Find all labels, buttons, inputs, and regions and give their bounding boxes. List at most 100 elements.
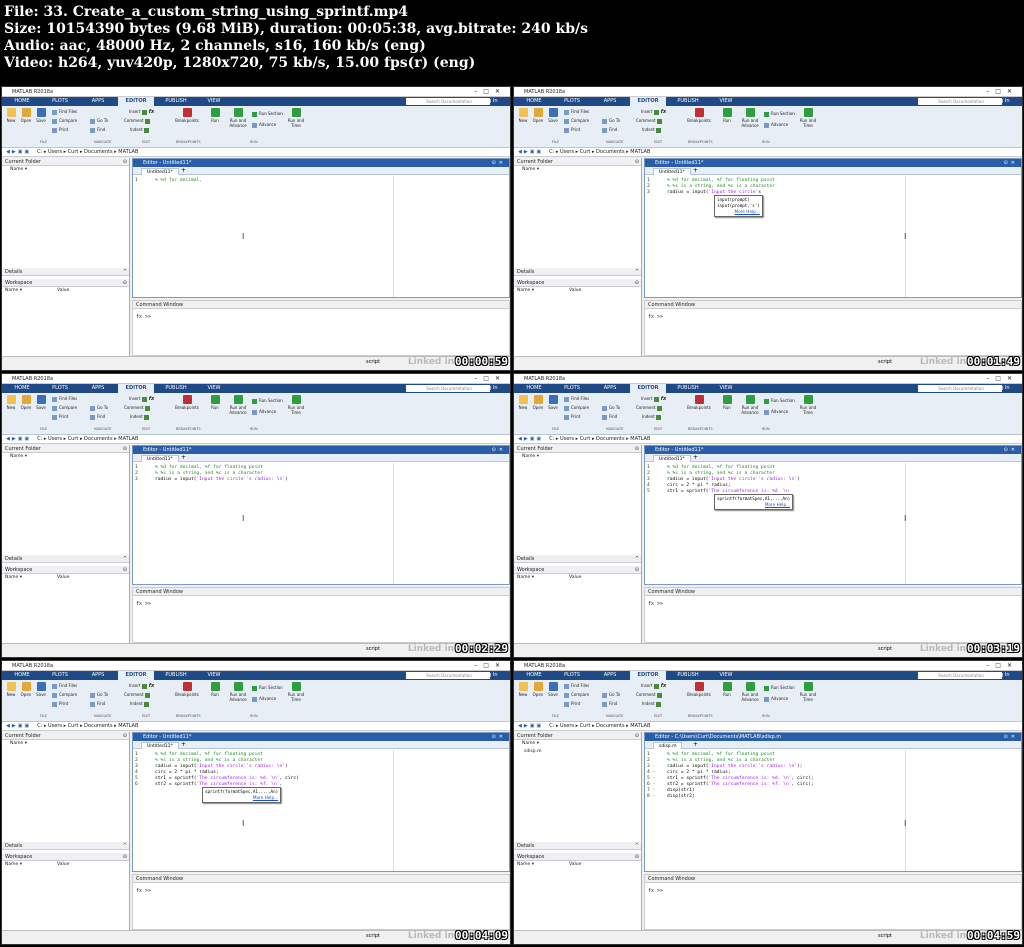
compare-button[interactable]: Compare xyxy=(564,692,589,698)
workspace-name-column[interactable]: Name ▾ xyxy=(517,861,534,869)
tab-view[interactable]: VIEW xyxy=(196,97,232,106)
tab-plots[interactable]: PLOTS xyxy=(554,671,590,680)
details-header[interactable]: Details ^ xyxy=(2,268,129,276)
tab-publish[interactable]: PUBLISH xyxy=(158,384,194,393)
tab-apps[interactable]: APPS xyxy=(80,97,116,106)
run-button[interactable]: Run xyxy=(720,393,734,410)
folder-name-column[interactable]: Name ▾ xyxy=(514,166,641,174)
tab-editor[interactable]: EDITOR xyxy=(630,384,666,393)
compare-button[interactable]: Compare xyxy=(52,405,77,411)
comment-button[interactable]: Comment xyxy=(124,118,152,124)
window-controls[interactable]: –□✕ xyxy=(986,661,1018,671)
tab-view[interactable]: VIEW xyxy=(708,384,744,393)
panel-menu-icon[interactable]: ⊙ xyxy=(635,279,639,287)
insert-button[interactable]: Insert fx xyxy=(641,683,666,689)
comment-button[interactable]: Comment xyxy=(636,405,664,411)
new-tab-plus-icon[interactable]: + xyxy=(693,454,698,462)
print-button[interactable]: Print xyxy=(564,414,580,420)
folder-name-column[interactable]: Name ▾ xyxy=(2,453,129,461)
open-button[interactable]: Open xyxy=(531,680,545,697)
panel-menu-icon[interactable]: ⊙ xyxy=(123,566,127,574)
function-hint-popup[interactable]: sprintf(formatSpec,A1,...,An) More Help..… xyxy=(202,787,282,803)
comment-button[interactable]: Comment xyxy=(124,692,152,698)
panel-menu-icon[interactable]: ⊙ xyxy=(635,853,639,861)
address-bar[interactable]: ◀▶▣▣ C: ▸ Users ▸ Curt ▸ Documents ▸ MATL… xyxy=(2,435,510,444)
command-window[interactable]: Command Window fx >> xyxy=(644,300,1022,356)
save-button[interactable]: Save xyxy=(34,393,48,410)
folder-name-column[interactable]: Name ▾ xyxy=(2,740,129,748)
command-window[interactable]: Command Window fx >> xyxy=(132,874,510,930)
insert-button[interactable]: Insert fx xyxy=(129,109,154,115)
compare-button[interactable]: Compare xyxy=(52,692,77,698)
file-item[interactable]: sdisp.m xyxy=(514,748,641,755)
breakpoints-button[interactable]: Breakpoints xyxy=(174,106,200,123)
login-link[interactable]: Log In xyxy=(472,384,508,393)
tab-publish[interactable]: PUBLISH xyxy=(670,671,706,680)
folder-name-column[interactable]: Name ▾ xyxy=(2,166,129,174)
caret-icon[interactable]: ^ xyxy=(635,268,639,276)
breakpoints-button[interactable]: Breakpoints xyxy=(174,393,200,410)
code-area[interactable]: 1 % %d for decimal, xyxy=(133,176,509,297)
comment-button[interactable]: Comment xyxy=(636,692,664,698)
tab-apps[interactable]: APPS xyxy=(592,384,628,393)
editor-file-tab[interactable]: Untitled11* xyxy=(141,742,179,749)
find-button[interactable]: Find xyxy=(90,701,105,707)
run-and-time-button[interactable]: Run and Time xyxy=(286,393,306,415)
advance-button[interactable]: Advance xyxy=(764,122,788,128)
tab-plots[interactable]: PLOTS xyxy=(42,97,78,106)
workspace-name-column[interactable]: Name ▾ xyxy=(5,861,22,869)
breakpoints-button[interactable]: Breakpoints xyxy=(174,680,200,697)
tab-home[interactable]: HOME xyxy=(4,671,40,680)
new-button[interactable]: New xyxy=(4,680,18,697)
print-button[interactable]: Print xyxy=(564,701,580,707)
run-and-advance-button[interactable]: Run and Advance xyxy=(227,106,249,128)
go-to-button[interactable]: Go To xyxy=(602,692,620,698)
indent-button[interactable]: Indent xyxy=(130,127,151,133)
editor-controls-icon[interactable]: ⊙✕ xyxy=(1004,446,1018,454)
run-and-advance-button[interactable]: Run and Advance xyxy=(227,680,249,702)
new-button[interactable]: New xyxy=(516,106,530,123)
run-section-button[interactable]: Run Section xyxy=(764,111,795,117)
panel-menu-icon[interactable]: ⊙ xyxy=(635,732,639,740)
go-to-button[interactable]: Go To xyxy=(602,118,620,124)
run-section-button[interactable]: Run Section xyxy=(252,685,283,691)
function-hint-popup[interactable]: sprintf(formatSpec,A1,...,An) More Help..… xyxy=(714,494,794,510)
go-to-button[interactable]: Go To xyxy=(90,692,108,698)
print-button[interactable]: Print xyxy=(52,414,68,420)
window-controls[interactable]: –□✕ xyxy=(474,87,506,97)
insert-button[interactable]: Insert fx xyxy=(129,396,154,402)
address-bar[interactable]: ◀▶▣▣ C: ▸ Users ▸ Curt ▸ Documents ▸ MATL… xyxy=(514,435,1022,444)
new-button[interactable]: New xyxy=(516,680,530,697)
panel-menu-icon[interactable]: ⊙ xyxy=(123,732,127,740)
save-button[interactable]: Save xyxy=(546,106,560,123)
find-button[interactable]: Find xyxy=(602,127,617,133)
window-controls[interactable]: –□✕ xyxy=(986,87,1018,97)
compare-button[interactable]: Compare xyxy=(564,118,589,124)
tab-view[interactable]: VIEW xyxy=(708,671,744,680)
nav-arrows-icon[interactable]: ◀▶▣▣ xyxy=(6,723,31,729)
tab-home[interactable]: HOME xyxy=(516,671,552,680)
login-link[interactable]: Log In xyxy=(472,97,508,106)
editor-file-tab[interactable]: Untitled11* xyxy=(141,168,179,175)
tab-home[interactable]: HOME xyxy=(516,384,552,393)
panel-menu-icon[interactable]: ⊙ xyxy=(123,853,127,861)
indent-button[interactable]: Indent xyxy=(130,414,151,420)
address-bar[interactable]: ◀▶▣▣ C: ▸ Users ▸ Curt ▸ Documents ▸ MATL… xyxy=(514,722,1022,731)
caret-icon[interactable]: ^ xyxy=(123,842,127,850)
insert-button[interactable]: Insert fx xyxy=(641,396,666,402)
find-files-button[interactable]: Find Files xyxy=(52,683,77,689)
editor-controls-icon[interactable]: ⊙✕ xyxy=(492,733,506,741)
tab-plots[interactable]: PLOTS xyxy=(42,671,78,680)
tab-apps[interactable]: APPS xyxy=(80,384,116,393)
open-button[interactable]: Open xyxy=(19,106,33,123)
command-window[interactable]: Command Window fx >> xyxy=(644,587,1022,643)
tab-view[interactable]: VIEW xyxy=(196,671,232,680)
workspace-value-column[interactable]: Value xyxy=(57,574,69,582)
editor-controls-icon[interactable]: ⊙✕ xyxy=(1004,159,1018,167)
editor-file-tab[interactable]: Untitled11* xyxy=(653,455,691,462)
caret-icon[interactable]: ^ xyxy=(123,268,127,276)
address-bar[interactable]: ◀▶▣▣ C: ▸ Users ▸ Curt ▸ Documents ▸ MATL… xyxy=(514,148,1022,157)
editor-file-tab[interactable]: Untitled11* xyxy=(653,168,691,175)
find-button[interactable]: Find xyxy=(602,414,617,420)
tab-publish[interactable]: PUBLISH xyxy=(670,97,706,106)
